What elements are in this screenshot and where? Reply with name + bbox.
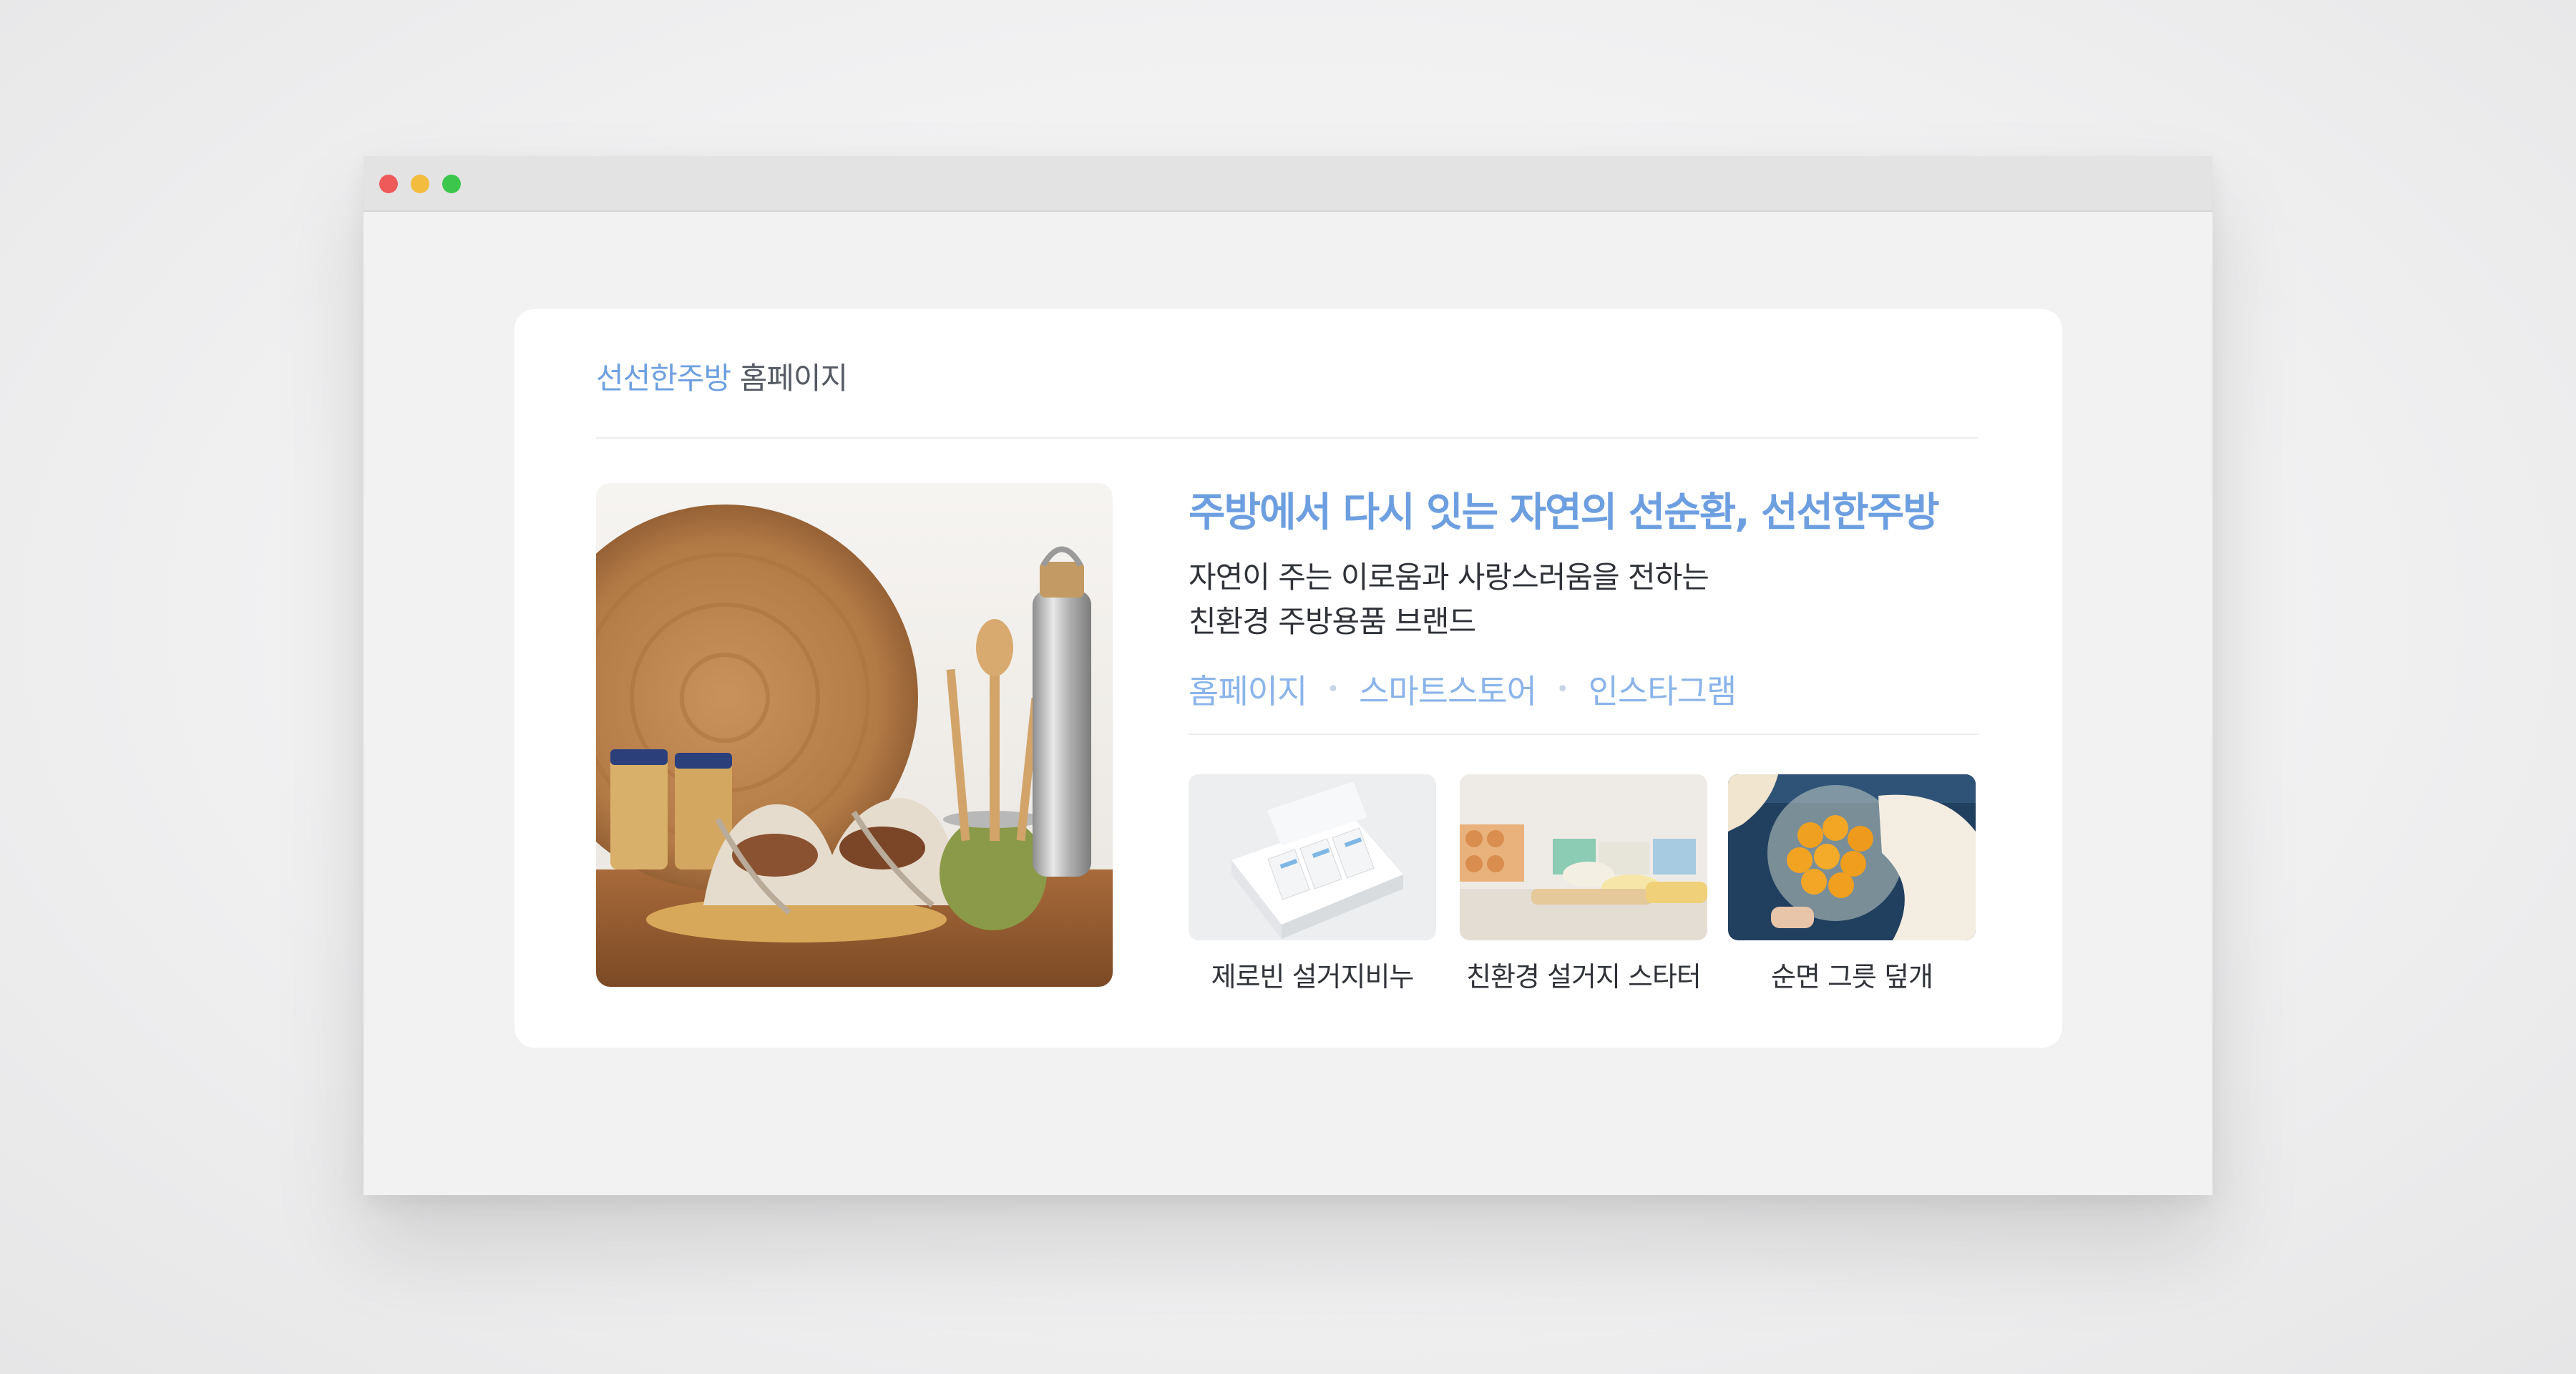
- description: 자연이 주는 이로움과 사랑스러움을 전하는 친환경 주방용품 브랜드: [1189, 555, 1709, 644]
- sub-links: 홈페이지 • 스마트스토어 • 인스타그램: [1189, 666, 1737, 713]
- separator-dot-icon: •: [1556, 676, 1569, 702]
- product-caption[interactable]: 친환경 설거지 스타터: [1448, 955, 1719, 994]
- search-result-card: 선선한주방 홈페이지 주방에서 다시 잇는 자연의 선순환, 선선한주방 자연이…: [514, 309, 2062, 1048]
- dish-starter-photo: [1460, 774, 1707, 940]
- browser-window: 선선한주방 홈페이지 주방에서 다시 잇는 자연의 선순환, 선선한주방 자연이…: [364, 156, 2212, 1195]
- product-caption[interactable]: 순면 그릇 덮개: [1716, 955, 1988, 994]
- minimize-dot-icon[interactable]: [411, 175, 429, 193]
- hero-photo-kitchenware: [596, 483, 1113, 987]
- hero-image[interactable]: [596, 483, 1113, 987]
- link-instagram[interactable]: 인스타그램: [1589, 666, 1737, 713]
- breadcrumb-brand[interactable]: 선선한주방: [596, 361, 731, 396]
- product-thumbnail[interactable]: [1189, 774, 1436, 940]
- link-smartstore[interactable]: 스마트스토어: [1359, 666, 1537, 713]
- description-line-1: 자연이 주는 이로움과 사랑스러움을 전하는: [1189, 560, 1709, 595]
- title-bar: [364, 156, 2212, 212]
- maximize-dot-icon[interactable]: [442, 175, 461, 193]
- close-dot-icon[interactable]: [379, 175, 398, 193]
- divider: [596, 437, 1979, 439]
- separator-dot-icon: •: [1327, 676, 1340, 702]
- soap-box-photo: [1189, 774, 1436, 940]
- product-caption[interactable]: 제로빈 설거지비누: [1176, 955, 1448, 994]
- link-homepage[interactable]: 홈페이지: [1189, 666, 1307, 713]
- divider: [1189, 734, 1979, 735]
- breadcrumb-page: 홈페이지: [739, 361, 849, 396]
- product-thumbnail[interactable]: [1728, 774, 1976, 940]
- headline[interactable]: 주방에서 다시 잇는 자연의 선순환, 선선한주방: [1189, 491, 1940, 535]
- breadcrumb[interactable]: 선선한주방 홈페이지: [596, 361, 849, 396]
- cotton-cover-photo: [1728, 774, 1976, 940]
- description-line-2: 친환경 주방용품 브랜드: [1189, 604, 1476, 639]
- product-thumbnail[interactable]: [1460, 774, 1707, 940]
